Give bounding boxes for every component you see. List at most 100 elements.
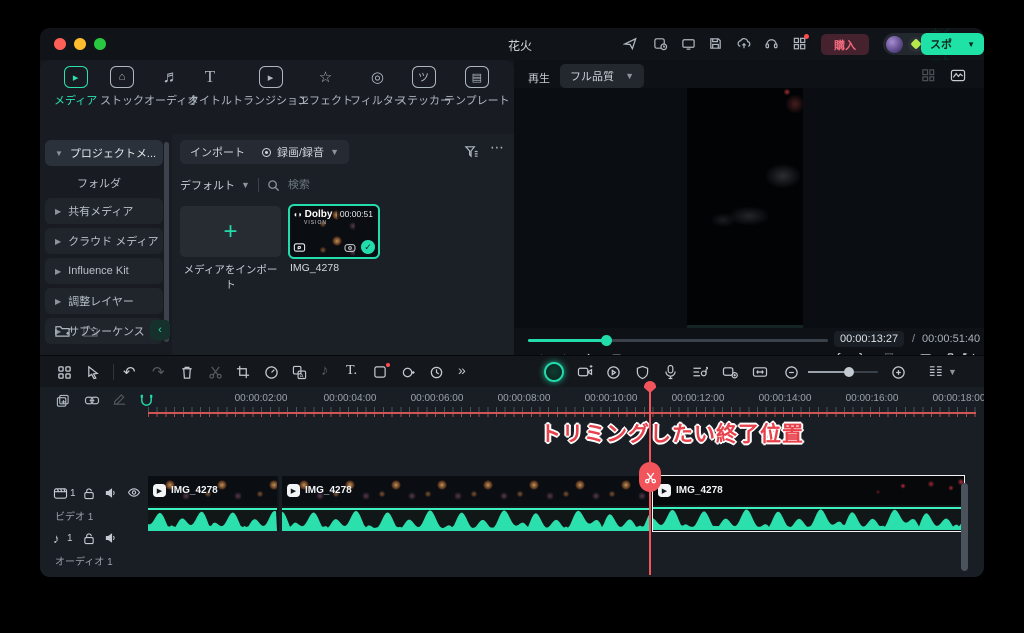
collapse-sidebar-button[interactable]: ‹ — [150, 320, 170, 340]
zoom-slider-handle[interactable] — [844, 367, 854, 377]
sidebar-item-adjustment-layer[interactable]: ▶調整レイヤー — [45, 288, 163, 314]
sort-dropdown[interactable]: デフォルト▼ — [180, 177, 250, 193]
scopes-icon[interactable] — [950, 68, 966, 83]
duplicate-icon[interactable] — [56, 394, 70, 408]
scrubber-handle[interactable] — [601, 335, 612, 346]
screen-record-icon[interactable] — [577, 365, 593, 379]
cloud-upload-icon[interactable] — [736, 36, 752, 51]
save-icon[interactable] — [708, 36, 723, 51]
speed-icon[interactable] — [264, 365, 279, 380]
sidebar-item-cloud-media[interactable]: ▶クラウド メディア — [45, 228, 163, 254]
delete-folder-icon[interactable] — [82, 323, 99, 338]
auto-ripple-icon[interactable] — [722, 365, 738, 379]
timeline-clip-selected[interactable]: ▶IMG_4278 — [652, 475, 965, 532]
timeline-clip[interactable]: ▶IMG_4278 — [148, 476, 279, 506]
titlebar: 花火 購入 0 エクスポート▼ — [40, 28, 984, 60]
render-timer-icon[interactable] — [429, 365, 444, 380]
track-manager-icon[interactable]: ▼ — [928, 364, 957, 380]
timeline-ruler[interactable]: 00:00:02:00 00:00:04:00 00:00:06:00 00:0… — [148, 387, 976, 415]
keyframe-icon[interactable] — [401, 365, 416, 380]
select-tool-icon[interactable] — [86, 365, 101, 380]
close-window-button[interactable] — [54, 38, 66, 50]
cut-scissors-badge[interactable] — [639, 462, 661, 492]
filter-icon[interactable] — [464, 144, 479, 159]
new-folder-icon[interactable] — [54, 323, 71, 338]
divider — [258, 178, 259, 192]
more-menu-icon[interactable]: ⋯ — [490, 139, 505, 156]
preview-render-icon[interactable] — [606, 365, 621, 380]
dolby-vision-sub: VISION — [304, 220, 327, 226]
more-tools-icon[interactable]: » — [458, 362, 466, 378]
sidebar-item-folder[interactable]: フォルダ — [45, 170, 163, 196]
media-duration: 00:00:51 — [337, 208, 376, 220]
timeline-clip[interactable]: ▶IMG_4278 — [282, 476, 650, 506]
audio-mixer-icon[interactable] — [692, 365, 708, 379]
link-clips-icon[interactable] — [84, 394, 100, 407]
split-scissors-icon[interactable] — [208, 365, 223, 380]
audio-track-index: 1 — [67, 533, 73, 544]
draft-icon[interactable] — [653, 36, 668, 51]
lock-icon[interactable] — [83, 487, 95, 500]
search-input[interactable] — [288, 179, 438, 191]
crop-icon[interactable] — [236, 365, 250, 379]
dolby-vision-badge: ◖◗Dolby — [293, 209, 332, 220]
avatar[interactable] — [886, 36, 903, 53]
quality-dropdown[interactable]: フル品質▼ — [560, 64, 644, 88]
clip-waveform — [653, 505, 963, 530]
zoom-out-icon[interactable] — [784, 365, 799, 380]
rename-icon[interactable] — [112, 394, 127, 407]
record-button[interactable]: 録画/録音▼ — [252, 140, 349, 164]
ruler-label: 00:00:14:00 — [759, 393, 812, 404]
tab-stickers[interactable]: ツステッカー — [396, 66, 451, 108]
share-icon[interactable] — [623, 36, 638, 51]
vertical-scrollbar[interactable] — [961, 483, 968, 571]
fit-timeline-icon[interactable] — [752, 365, 768, 379]
zoom-slider[interactable] — [808, 371, 878, 373]
timecode-separator: / — [912, 333, 915, 345]
mute-icon[interactable] — [105, 532, 118, 544]
preview-eye-icon[interactable] — [344, 243, 356, 253]
tab-title[interactable]: Tタイトル — [188, 66, 232, 108]
media-item[interactable]: ◖◗Dolby VISION 00:00:51 ✓ — [288, 204, 380, 259]
tab-templates[interactable]: ▤テンプレート — [444, 66, 510, 108]
tab-stock[interactable]: ⌂ストック — [100, 66, 144, 108]
ruler-red-ticks — [148, 414, 976, 417]
zoom-in-icon[interactable] — [891, 365, 906, 380]
export-button[interactable]: エクスポート▼ — [921, 33, 984, 55]
video-track-icon — [53, 487, 68, 500]
ai-copilot-icon[interactable] — [544, 362, 564, 382]
media-browser-icon[interactable] — [57, 365, 72, 380]
minimize-window-button[interactable] — [74, 38, 86, 50]
tab-effects[interactable]: ☆エフェクト — [298, 66, 353, 108]
support-icon[interactable] — [764, 36, 779, 51]
shield-icon[interactable] — [636, 365, 649, 380]
purchase-button[interactable]: 購入 — [821, 34, 869, 55]
effects-icon: ☆ — [314, 66, 338, 88]
sidebar-item-shared-media[interactable]: ▶共有メディア — [45, 198, 163, 224]
sidebar-item-influence-kit[interactable]: ▶Influence Kit — [45, 258, 163, 284]
audio-tool-icon[interactable]: ♪ — [321, 362, 329, 379]
sidebar-item-project-media[interactable]: ▼プロジェクトメ... — [45, 140, 163, 166]
display-icon[interactable] — [681, 36, 696, 51]
import-media-tile[interactable]: + — [180, 206, 281, 257]
media-item-name: IMG_4278 — [290, 262, 339, 274]
delete-icon[interactable] — [180, 365, 194, 380]
undo-icon[interactable]: ↶ — [123, 363, 136, 381]
mask-tool-icon[interactable] — [373, 365, 387, 379]
plus-icon: + — [223, 218, 237, 246]
shortcuts-icon[interactable] — [792, 36, 807, 51]
video-frame — [687, 88, 803, 328]
translate-icon[interactable]: A — [292, 365, 307, 380]
redo-icon[interactable]: ↷ — [152, 363, 165, 381]
tab-media[interactable]: ▸メディア — [54, 66, 97, 108]
sidebar-scrollbar[interactable] — [164, 142, 169, 342]
text-tool-icon[interactable]: T. — [346, 363, 357, 379]
mute-icon[interactable] — [105, 487, 118, 499]
voiceover-mic-icon[interactable] — [664, 364, 677, 380]
maximize-window-button[interactable] — [94, 38, 106, 50]
lock-icon[interactable] — [83, 532, 95, 545]
current-timecode: 00:00:13:27 — [834, 331, 904, 347]
preview-scrubber[interactable] — [528, 334, 828, 346]
multi-view-icon[interactable] — [921, 68, 936, 83]
hide-track-eye-icon[interactable] — [127, 487, 141, 498]
